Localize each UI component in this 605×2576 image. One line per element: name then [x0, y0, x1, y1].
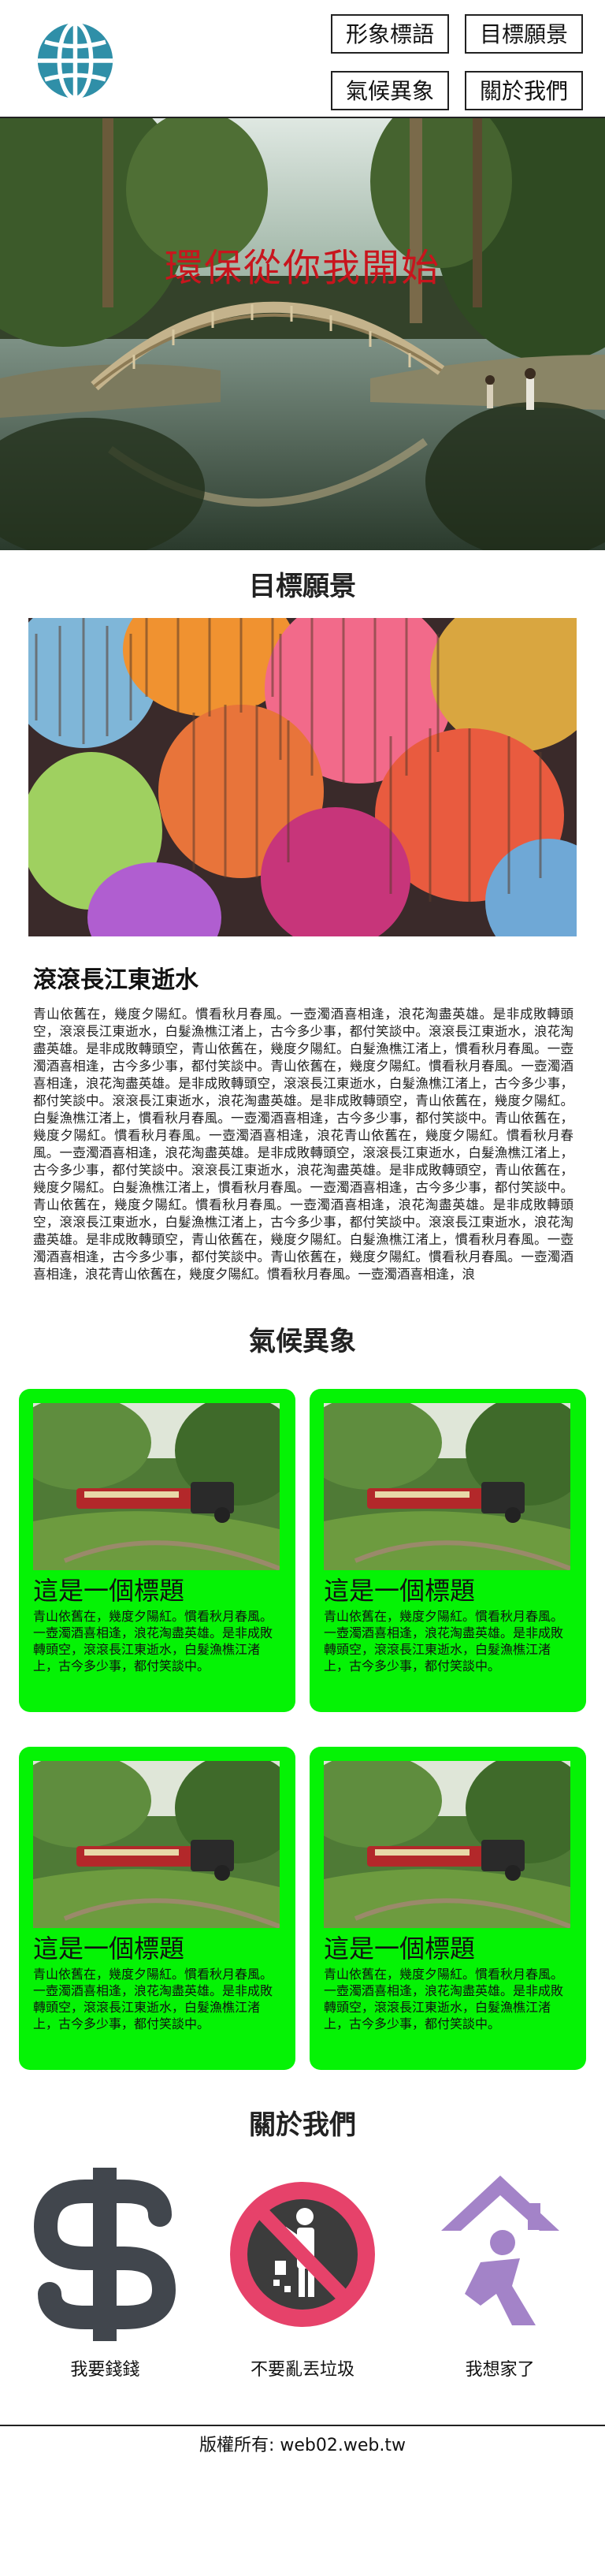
- train-image: [33, 1403, 280, 1570]
- no-littering-icon: [229, 2182, 375, 2327]
- hero-banner: 環保從你我開始: [0, 118, 605, 550]
- about-label: 我要錢錢: [70, 2360, 140, 2380]
- about-section: 關於我們 我要錢錢 不要亂丟垃圾 我想家了: [0, 2101, 605, 2381]
- about-item-no-litter[interactable]: 不要亂丟垃圾: [210, 2168, 395, 2381]
- card-text: 青山依舊在，幾度夕陽紅。慣看秋月春風。一壺濁酒喜相逢，浪花淘盡英雄。是非成敗轉頭…: [324, 1609, 564, 1673]
- main-nav: 形象標語 目標願景 氣候異象 關於我們: [331, 14, 583, 110]
- section-title-climate: 氣候異象: [249, 1326, 356, 1357]
- card-text: 青山依舊在，幾度夕陽紅。慣看秋月春風。一壺濁酒喜相逢，浪花淘盡英雄。是非成敗轉頭…: [33, 1967, 273, 2031]
- card-title: 這是一個標題: [33, 1934, 185, 1964]
- climate-section: 氣候異象 這是一個標題 青山依舊在，幾度夕陽紅。慣看秋月春風。一壺濁酒喜相逢，浪…: [0, 1318, 605, 2070]
- about-label: 我想家了: [465, 2360, 535, 2380]
- site-header: 形象標語 目標願景 氣候異象 關於我們: [0, 0, 605, 118]
- about-label: 不要亂丟垃圾: [250, 2360, 354, 2380]
- hero-image: [0, 118, 605, 550]
- train-image: [324, 1403, 570, 1570]
- section-title-goals: 目標願景: [249, 571, 356, 602]
- site-footer: 版權所有: web02.web.tw: [0, 2425, 605, 2467]
- article-body: 青山依舊在，幾度夕陽紅。慣看秋月春風。一壺濁酒喜相逢，浪花淘盡英雄。是非成敗轉頭…: [33, 1007, 573, 1282]
- hero-title: 環保從你我開始: [164, 246, 440, 290]
- climate-card[interactable]: 這是一個標題 青山依舊在，幾度夕陽紅。慣看秋月春風。一壺濁酒喜相逢，浪花淘盡英雄…: [19, 1389, 295, 1712]
- nav-link-climate[interactable]: 氣候異象: [331, 71, 449, 110]
- about-item-money[interactable]: 我要錢錢: [12, 2168, 198, 2381]
- nav-link-vision[interactable]: 目標願景: [465, 14, 583, 54]
- nav-link-slogan[interactable]: 形象標語: [331, 14, 449, 54]
- train-image: [324, 1761, 570, 1928]
- dollar-icon: [34, 2168, 176, 2341]
- train-image: [33, 1761, 280, 1928]
- card-text: 青山依舊在，幾度夕陽紅。慣看秋月春風。一壺濁酒喜相逢，浪花淘盡英雄。是非成敗轉頭…: [324, 1967, 564, 2031]
- climate-card[interactable]: 這是一個標題 青山依舊在，幾度夕陽紅。慣看秋月春風。一壺濁酒喜相逢，浪花淘盡英雄…: [19, 1747, 295, 2070]
- home-person-icon: [440, 2176, 559, 2325]
- climate-card[interactable]: 這是一個標題 青山依舊在，幾度夕陽紅。慣看秋月春風。一壺濁酒喜相逢，浪花淘盡英雄…: [310, 1747, 586, 2070]
- lanterns-image: [28, 618, 577, 936]
- card-title: 這是一個標題: [324, 1934, 476, 1964]
- card-title: 這是一個標題: [324, 1576, 476, 1606]
- nav-link-about[interactable]: 關於我們: [465, 71, 583, 110]
- card-text: 青山依舊在，幾度夕陽紅。慣看秋月春風。一壺濁酒喜相逢，浪花淘盡英雄。是非成敗轉頭…: [33, 1609, 273, 1673]
- section-title-about: 關於我們: [249, 2109, 356, 2141]
- climate-card[interactable]: 這是一個標題 青山依舊在，幾度夕陽紅。慣看秋月春風。一壺濁酒喜相逢，浪花淘盡英雄…: [310, 1389, 586, 1712]
- about-item-home[interactable]: 我想家了: [407, 2168, 593, 2381]
- card-title: 這是一個標題: [33, 1576, 185, 1606]
- goals-section: 目標願景 滾滾長江東逝水 青山依舊在，幾度夕陽紅。慣看秋月春風。一壺濁酒喜相逢，…: [0, 563, 605, 1283]
- about-items: 我要錢錢 不要亂丟垃圾 我想家了: [0, 2168, 605, 2381]
- globe-icon[interactable]: [30, 17, 121, 104]
- article-heading: 滾滾長江東逝水: [33, 966, 199, 994]
- climate-cards: 這是一個標題 青山依舊在，幾度夕陽紅。慣看秋月春風。一壺濁酒喜相逢，浪花淘盡英雄…: [19, 1389, 586, 2070]
